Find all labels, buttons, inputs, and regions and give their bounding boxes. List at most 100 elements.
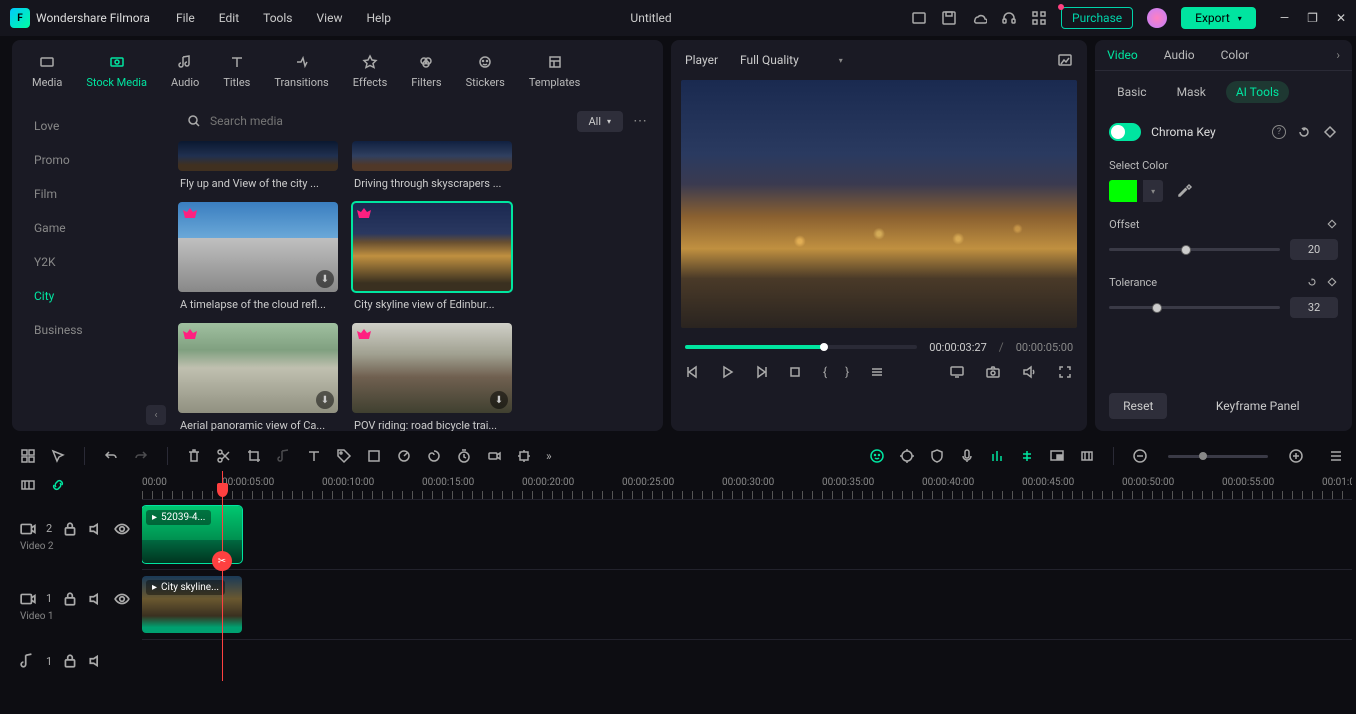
window-minimize[interactable]: —: [1280, 11, 1289, 25]
subtab-ai-tools[interactable]: AI Tools: [1226, 81, 1289, 103]
tab-templates[interactable]: Templates: [519, 48, 590, 93]
menu-view[interactable]: View: [317, 11, 343, 25]
camera-icon[interactable]: [985, 364, 1001, 380]
scrub-bar[interactable]: [685, 345, 917, 349]
mute-icon[interactable]: [88, 653, 104, 669]
snap-icon[interactable]: [1019, 448, 1035, 464]
timeline-tracks[interactable]: 00:00 00:00:05:00 00:00:10:00 00:00:15:0…: [142, 471, 1352, 681]
zoom-slider[interactable]: [1168, 455, 1268, 458]
timeline-track[interactable]: ▸52039-4...: [142, 499, 1352, 569]
redo-icon[interactable]: [133, 448, 149, 464]
category-love[interactable]: Love: [12, 109, 172, 143]
center-icon[interactable]: [516, 448, 532, 464]
equalizer-icon[interactable]: [989, 448, 1005, 464]
mute-icon[interactable]: [88, 521, 104, 537]
play-icon[interactable]: [719, 364, 735, 380]
inspector-tab-video[interactable]: Video: [1107, 48, 1138, 62]
volume-icon[interactable]: [1021, 364, 1037, 380]
media-item[interactable]: Driving through skyscrapers ...: [352, 141, 512, 196]
tab-effects[interactable]: Effects: [343, 48, 398, 93]
crop-icon[interactable]: [246, 448, 262, 464]
menu-edit[interactable]: Edit: [219, 11, 239, 25]
offset-slider[interactable]: [1109, 248, 1280, 251]
tab-titles[interactable]: Titles: [213, 48, 260, 93]
cursor-icon[interactable]: [50, 448, 66, 464]
delete-icon[interactable]: [186, 448, 202, 464]
eye-icon[interactable]: [114, 591, 130, 607]
aspect-icon[interactable]: [366, 448, 382, 464]
mark-in-icon[interactable]: {: [823, 365, 827, 379]
help-icon[interactable]: ?: [1272, 125, 1286, 139]
track-head-video1[interactable]: 1 Video 1: [12, 571, 142, 641]
keyframe-icon[interactable]: [1326, 218, 1338, 231]
spiral-icon[interactable]: [426, 448, 442, 464]
split-icon[interactable]: [216, 448, 232, 464]
menu-help[interactable]: Help: [366, 11, 391, 25]
tab-audio[interactable]: Audio: [161, 48, 209, 93]
playhead[interactable]: ✂: [222, 471, 223, 681]
record-icon[interactable]: [486, 448, 502, 464]
timer-icon[interactable]: [456, 448, 472, 464]
track-head-audio1[interactable]: 1: [12, 641, 142, 681]
avatar[interactable]: [1147, 8, 1167, 28]
window-close[interactable]: ✕: [1336, 11, 1346, 25]
window-maximize[interactable]: ❐: [1307, 11, 1318, 25]
eye-icon[interactable]: [114, 521, 130, 537]
inspector-tab-color[interactable]: Color: [1221, 48, 1249, 62]
tolerance-value[interactable]: 32: [1290, 297, 1338, 318]
menu-tools[interactable]: Tools: [263, 11, 292, 25]
category-city[interactable]: City: [12, 279, 172, 313]
inspector-more-icon[interactable]: ›: [1336, 48, 1340, 62]
media-item[interactable]: City skyline view of Edinbur...: [352, 202, 512, 317]
view-options-icon[interactable]: [1328, 448, 1344, 464]
tab-stock-media[interactable]: Stock Media: [76, 48, 157, 93]
link-icon[interactable]: [50, 477, 66, 493]
next-frame-icon[interactable]: [753, 364, 769, 380]
save-icon[interactable]: [941, 10, 957, 26]
ai-face-icon[interactable]: [869, 448, 885, 464]
offset-value[interactable]: 20: [1290, 239, 1338, 260]
keyframe-icon[interactable]: [1322, 124, 1338, 140]
download-icon[interactable]: ⬇: [316, 270, 334, 288]
layout-icon[interactable]: [911, 10, 927, 26]
reset-button[interactable]: Reset: [1109, 393, 1167, 419]
download-icon[interactable]: ⬇: [316, 391, 334, 409]
timeline-ruler[interactable]: 00:00 00:00:05:00 00:00:10:00 00:00:15:0…: [142, 471, 1352, 499]
color-dropdown[interactable]: ▾: [1143, 180, 1163, 202]
search-box[interactable]: [178, 109, 567, 133]
tab-stickers[interactable]: Stickers: [456, 48, 515, 93]
category-film[interactable]: Film: [12, 177, 172, 211]
filter-dropdown[interactable]: All▾: [577, 111, 624, 132]
menu-file[interactable]: File: [176, 11, 195, 25]
mute-icon[interactable]: [88, 591, 104, 607]
more-icon[interactable]: ⋯: [633, 113, 649, 129]
sidebar-collapse[interactable]: ‹: [146, 405, 166, 425]
tag-icon[interactable]: [336, 448, 352, 464]
category-business[interactable]: Business: [12, 313, 172, 347]
eyedropper-icon[interactable]: [1177, 183, 1193, 199]
adjust-icon[interactable]: [899, 448, 915, 464]
stop-icon[interactable]: [787, 364, 803, 380]
cloud-icon[interactable]: [971, 10, 987, 26]
more-tools-icon[interactable]: »: [546, 449, 552, 463]
headphones-icon[interactable]: [1001, 10, 1017, 26]
tab-filters[interactable]: Filters: [401, 48, 451, 93]
timeline-clip[interactable]: ▸City skyline...: [142, 576, 242, 633]
video-preview[interactable]: [681, 80, 1077, 328]
mark-out-icon[interactable]: }: [845, 365, 849, 379]
category-y2k[interactable]: Y2K: [12, 245, 172, 279]
keyframe-panel-button[interactable]: Keyframe Panel: [1177, 393, 1338, 419]
lock-icon[interactable]: [62, 653, 78, 669]
media-item[interactable]: ⬇ A timelapse of the cloud refl...: [178, 202, 338, 317]
tab-transitions[interactable]: Transitions: [264, 48, 338, 93]
timeline-track[interactable]: [142, 639, 1352, 679]
tab-media[interactable]: Media: [22, 48, 72, 93]
undo-icon[interactable]: [103, 448, 119, 464]
lock-icon[interactable]: [62, 521, 78, 537]
media-item[interactable]: ⬇ Aerial panoramic view of Ca...: [178, 323, 338, 431]
track-head-video2[interactable]: 2 Video 2: [12, 501, 142, 571]
text-icon[interactable]: [306, 448, 322, 464]
shield-icon[interactable]: [929, 448, 945, 464]
download-icon[interactable]: ⬇: [490, 391, 508, 409]
split-handle-icon[interactable]: ✂: [212, 551, 232, 571]
